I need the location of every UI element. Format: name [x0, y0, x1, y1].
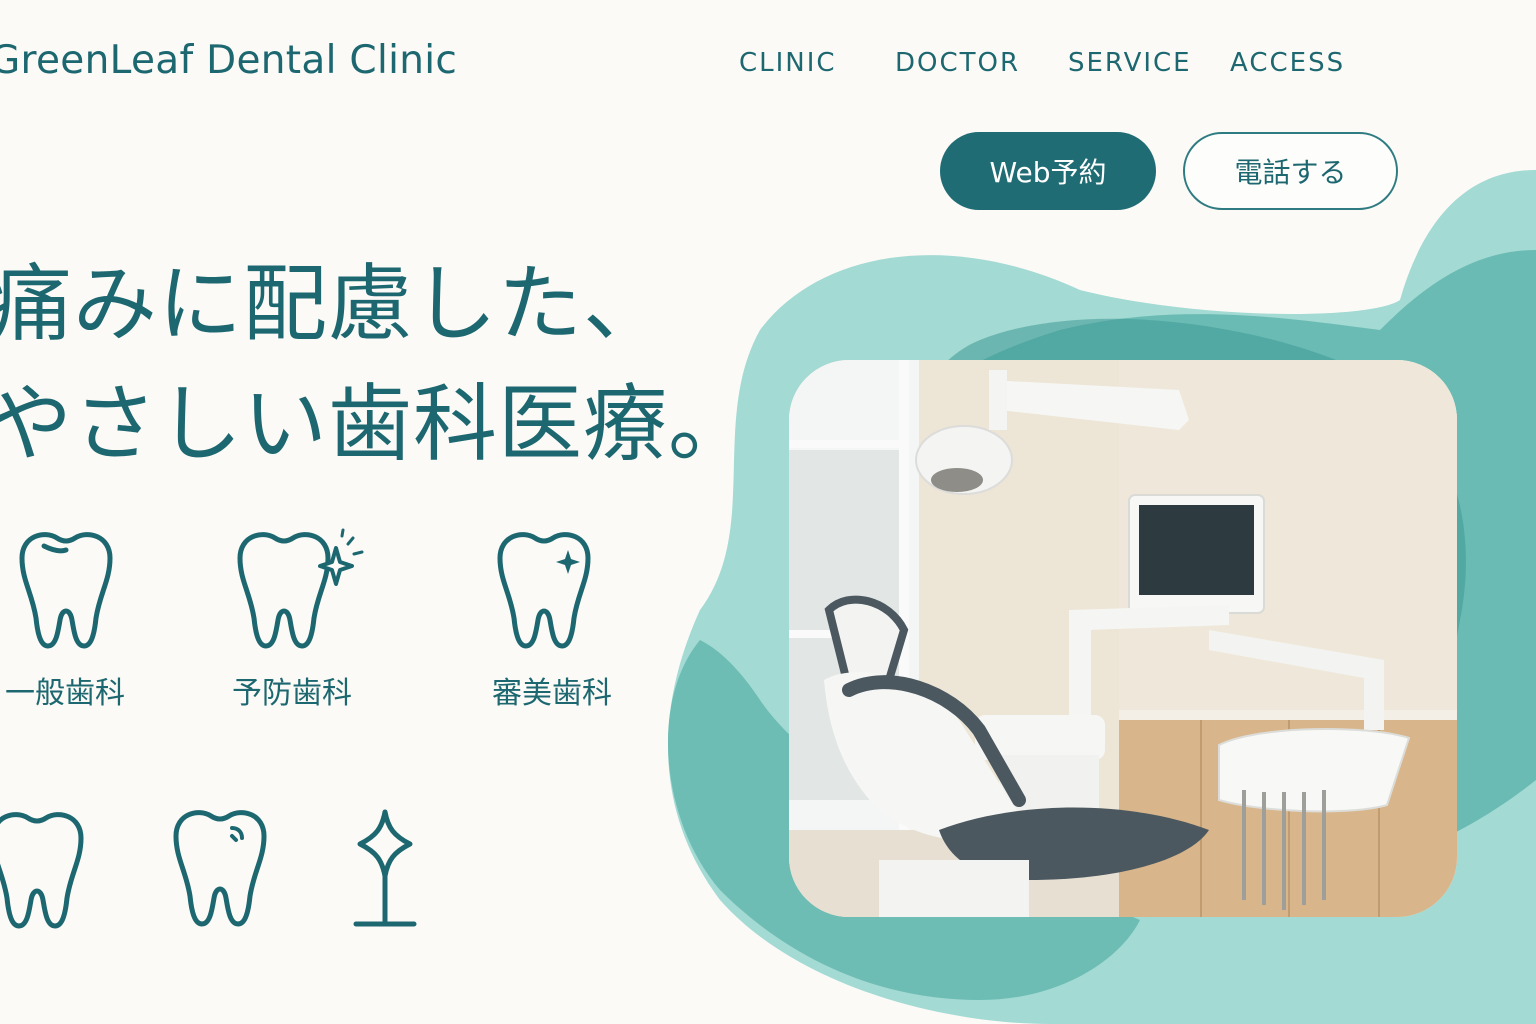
tooth-icon [0, 812, 84, 929]
hero-title-line1: 痛みに配慮した、 [0, 255, 669, 353]
hero-title: 痛みに配慮した、 やさしい歯科医療。 [0, 244, 753, 484]
tooth-sparkle-icon [237, 528, 364, 649]
call-button[interactable]: 電話する [1183, 132, 1398, 210]
dental-room-illustration [789, 360, 1457, 917]
tooth-dented-icon [173, 810, 267, 927]
service-general[interactable]: 一般歯科 [0, 528, 180, 711]
service-preventive-label: 予防歯科 [232, 676, 352, 711]
tooth-shine-icon [497, 532, 591, 649]
web-reservation-button[interactable]: Web予約 [940, 132, 1156, 210]
tooth-icon [19, 532, 113, 649]
service-preventive[interactable]: 予防歯科 [232, 528, 412, 711]
service-cosmetic-label: 審美歯科 [492, 676, 612, 711]
implant-icon [353, 809, 417, 927]
service-general-label: 一般歯科 [5, 676, 125, 711]
hero-title-line2: やさしい歯科医療。 [0, 375, 754, 473]
service-cosmetic[interactable]: 審美歯科 [492, 528, 672, 711]
clinic-interior-photo [789, 360, 1457, 917]
